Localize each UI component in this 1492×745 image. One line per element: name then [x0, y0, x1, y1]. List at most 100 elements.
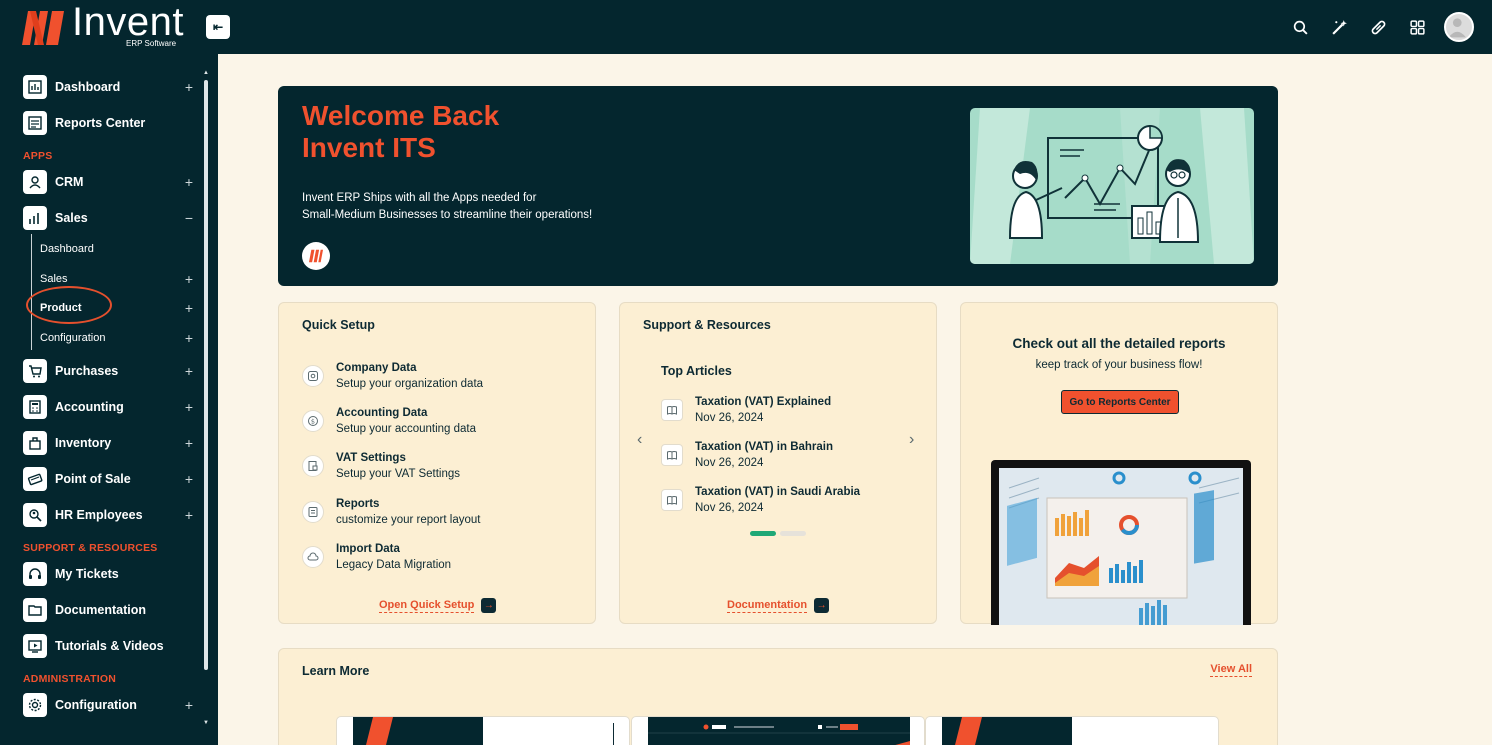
sidebar-item-crm[interactable]: CRM + [23, 168, 195, 196]
pill-icon[interactable] [1368, 17, 1388, 37]
quick-setup-item-accounting[interactable]: $ Accounting Data Setup your accounting d… [302, 406, 572, 442]
subitem-label: Product [40, 302, 82, 314]
sidebar-scrollbar[interactable] [204, 80, 208, 670]
sidebar-item-label: Documentation [55, 603, 146, 617]
expand-icon[interactable]: + [183, 697, 195, 713]
sidebar-item-label: Tutorials & Videos [55, 639, 164, 653]
sidebar-subitem-configuration[interactable]: Configuration + [40, 327, 195, 349]
search-icon[interactable] [1290, 17, 1310, 37]
learn-thumbnail[interactable] [336, 716, 630, 745]
scroll-down-icon[interactable]: ▼ [203, 720, 209, 726]
sidebar-item-label: Sales [55, 211, 88, 225]
reports-center-card: Check out all the detailed reports keep … [960, 302, 1278, 625]
support-resources-card: Support & Resources Top Articles ‹ › Tax… [619, 302, 937, 624]
qs-item-title: Accounting Data [336, 407, 428, 419]
article-date: Nov 26, 2024 [695, 457, 764, 469]
expand-icon[interactable]: + [183, 79, 195, 95]
sidebar-item-accounting[interactable]: Accounting + [23, 393, 195, 421]
welcome-description: Invent ERP Ships with all the Apps neede… [302, 190, 682, 224]
chevron-left-icon[interactable]: ‹ [637, 431, 642, 449]
sidebar-item-label: Dashboard [55, 80, 121, 94]
subitem-label: Sales [40, 273, 68, 285]
invent-logo-icon [22, 11, 64, 45]
expand-icon[interactable]: + [183, 435, 195, 451]
sidebar-item-configuration[interactable]: Configuration + [23, 691, 195, 719]
qs-item-sub: customize your report layout [336, 514, 481, 526]
expand-icon[interactable]: + [183, 363, 195, 379]
article-date: Nov 26, 2024 [695, 502, 764, 514]
article-item[interactable]: Taxation (VAT) in Saudi Arabia Nov 26, 20… [661, 485, 901, 521]
dollar-icon: $ [302, 410, 324, 432]
qs-item-sub: Setup your VAT Settings [336, 468, 461, 480]
top-articles-title: Top Articles [661, 364, 732, 378]
collapse-icon[interactable]: − [183, 210, 195, 226]
magic-wand-icon[interactable] [1329, 17, 1349, 37]
qs-item-title: Reports [336, 498, 380, 510]
laptop-illustration [991, 460, 1251, 625]
divider [613, 723, 614, 745]
sidebar-item-purchases[interactable]: Purchases + [23, 357, 195, 385]
carousel-dot[interactable] [780, 531, 806, 536]
avatar[interactable] [1444, 12, 1474, 42]
sidebar-item-point-of-sale[interactable]: Point of Sale + [23, 465, 195, 493]
sidebar-item-hr-employees[interactable]: HR Employees + [23, 501, 195, 529]
arrow-right-icon: → [814, 598, 830, 613]
expand-icon[interactable]: + [183, 507, 195, 523]
learn-more-section: Learn More View All [278, 648, 1278, 745]
pos-icon [23, 467, 47, 491]
sidebar-item-inventory[interactable]: Inventory + [23, 429, 195, 457]
topbar [218, 0, 1492, 54]
qs-item-sub: Legacy Data Migration [336, 559, 452, 571]
link-label: Documentation [727, 598, 808, 613]
apps-grid-icon[interactable] [1407, 17, 1427, 37]
expand-icon[interactable]: + [183, 174, 195, 190]
scroll-up-icon[interactable]: ▲ [203, 70, 209, 76]
quick-setup-item-company[interactable]: Company Data Setup your organization data [302, 361, 572, 397]
sidebar-subitem-product[interactable]: Product + [40, 297, 195, 319]
collapse-left-icon[interactable]: ⇤ [206, 15, 230, 39]
qs-item-title: Company Data [336, 362, 417, 374]
sidebar-subitem-dashboard[interactable]: Dashboard [40, 238, 195, 260]
article-item[interactable]: Taxation (VAT) in Bahrain Nov 26, 2024 [661, 440, 901, 476]
sidebar-item-my-tickets[interactable]: My Tickets [23, 560, 195, 588]
sidebar-item-documentation[interactable]: Documentation [23, 596, 195, 624]
expand-icon[interactable]: + [183, 330, 195, 346]
presentation-illustration [970, 108, 1254, 264]
sidebar-item-label: Inventory [55, 436, 112, 450]
video-icon [23, 634, 47, 658]
sidebar-item-label: Accounting [55, 400, 124, 414]
sidebar-item-sales[interactable]: Sales − [23, 204, 195, 232]
sidebar-item-tutorials[interactable]: Tutorials & Videos [23, 632, 195, 660]
book-icon [661, 444, 683, 466]
learn-thumbnail[interactable] [925, 716, 1219, 745]
article-item[interactable]: Taxation (VAT) Explained Nov 26, 2024 [661, 395, 901, 431]
sidebar-item-dashboard[interactable]: Dashboard + [23, 73, 195, 101]
article-date: Nov 26, 2024 [695, 412, 764, 424]
sidebar-item-label: Purchases [55, 364, 119, 378]
chevron-right-icon[interactable]: › [909, 431, 914, 449]
sidebar-subitem-sales[interactable]: Sales + [40, 268, 195, 290]
quick-setup-item-vat[interactable]: VAT Settings Setup your VAT Settings [302, 451, 572, 487]
learn-thumbnail[interactable] [631, 716, 925, 745]
expand-icon[interactable]: + [183, 300, 195, 316]
company-icon [302, 365, 324, 387]
inventory-icon [23, 431, 47, 455]
quick-setup-item-reports[interactable]: Reports customize your report layout [302, 497, 572, 533]
sidebar-item-label: Reports Center [55, 116, 146, 130]
open-quick-setup-link[interactable]: Open Quick Setup → [379, 598, 497, 613]
carousel-dot-active[interactable] [750, 531, 776, 536]
view-all-link[interactable]: View All [1210, 663, 1252, 677]
brand-logo[interactable]: Invent ERP Software [20, 2, 184, 48]
expand-icon[interactable]: + [183, 471, 195, 487]
go-to-reports-center-button[interactable]: Go to Reports Center [1061, 390, 1179, 414]
quick-setup-item-import[interactable]: Import Data Legacy Data Migration [302, 542, 572, 578]
section-label-support: SUPPORT & RESOURCES [23, 542, 158, 554]
reports-icon [23, 111, 47, 135]
arrow-right-icon: → [481, 598, 497, 613]
documentation-link[interactable]: Documentation → [727, 598, 830, 613]
sidebar-item-reports-center[interactable]: Reports Center [23, 109, 195, 137]
reports-card-subtitle: keep track of your business flow! [1035, 359, 1203, 371]
expand-icon[interactable]: + [183, 271, 195, 287]
expand-icon[interactable]: + [183, 399, 195, 415]
qs-item-sub: Setup your accounting data [336, 423, 477, 435]
